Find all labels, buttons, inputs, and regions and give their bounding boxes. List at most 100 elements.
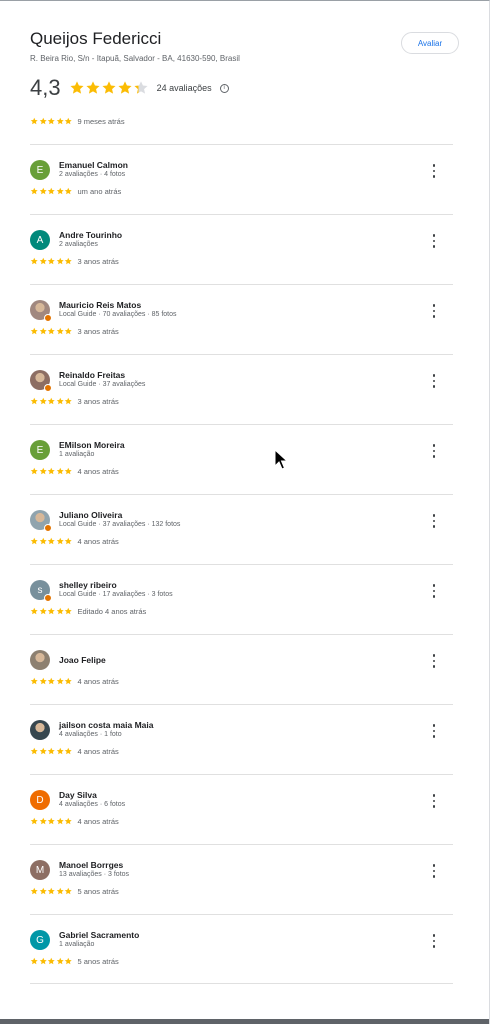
avatar[interactable]: D xyxy=(30,790,50,810)
avatar[interactable] xyxy=(30,300,52,322)
bottom-scrollbar xyxy=(0,1019,489,1024)
review-stars xyxy=(30,607,73,616)
avatar-initial: E xyxy=(36,444,44,456)
avatar[interactable] xyxy=(30,720,50,740)
star-icon xyxy=(39,537,47,545)
more-options-icon[interactable] xyxy=(431,304,437,318)
reviewer-name[interactable]: Juliano Oliveira xyxy=(59,510,122,520)
avatar[interactable]: M xyxy=(30,860,50,880)
more-options-icon[interactable] xyxy=(431,654,437,668)
reviewer-meta: Local Guide · 70 avaliações · 85 fotos xyxy=(59,311,177,318)
dot xyxy=(432,525,436,528)
star-icon xyxy=(64,117,72,125)
star-icon xyxy=(47,257,55,265)
more-options-icon[interactable] xyxy=(431,584,437,598)
dot xyxy=(432,665,436,668)
local-guide-badge-icon xyxy=(44,384,52,392)
avatar[interactable] xyxy=(30,510,52,532)
reviewer-name[interactable]: jailson costa maia Maia xyxy=(59,720,153,730)
reviews-panel: Queijos Federicci R. Beira Rio, S/n - It… xyxy=(0,0,490,1024)
avatar-initial: M xyxy=(35,864,45,876)
dot xyxy=(432,589,436,593)
dot xyxy=(432,805,436,808)
dot xyxy=(432,869,436,873)
star-icon xyxy=(86,81,100,94)
reviewer-meta: 2 avaliações xyxy=(59,241,98,248)
review-rating: 4 anos atrás xyxy=(30,537,119,546)
star-icon xyxy=(39,957,47,965)
avatar[interactable]: G xyxy=(30,930,50,950)
more-options-icon[interactable] xyxy=(431,444,437,458)
place-header: Queijos Federicci R. Beira Rio, S/n - It… xyxy=(30,29,460,63)
dot xyxy=(432,729,436,733)
star-icon xyxy=(64,327,72,335)
star-icon xyxy=(47,187,55,195)
review-stars xyxy=(30,397,73,406)
reviewer-name[interactable]: Manoel Borrges xyxy=(59,860,123,870)
review-rating: 3 anos atrás xyxy=(30,257,119,266)
avatar[interactable]: E xyxy=(30,440,50,460)
avatar[interactable] xyxy=(30,370,52,392)
star-icon xyxy=(39,677,47,685)
more-options-icon[interactable] xyxy=(431,514,437,528)
star-icon xyxy=(30,467,38,475)
dot xyxy=(432,519,436,523)
star-icon xyxy=(47,117,55,125)
star-icon xyxy=(56,467,64,475)
star-icon xyxy=(39,257,47,265)
star-icon xyxy=(47,817,55,825)
review-rating: 5 anos atrás xyxy=(30,887,119,896)
more-options-icon[interactable] xyxy=(431,374,437,388)
star-icon xyxy=(30,537,38,545)
more-options-icon[interactable] xyxy=(431,164,437,178)
reviewer-name[interactable]: Reinaldo Freitas xyxy=(59,370,125,380)
info-icon[interactable]: i xyxy=(219,83,229,93)
review-stars xyxy=(30,467,73,476)
reviewer-name[interactable]: shelley ribeiro xyxy=(59,580,117,590)
review-stars xyxy=(30,327,73,336)
reviewer-name[interactable]: Joao Felipe xyxy=(59,655,106,665)
avatar[interactable]: A xyxy=(30,230,50,250)
star-icon xyxy=(47,887,55,895)
star-icon xyxy=(64,677,72,685)
star-icon xyxy=(102,81,116,94)
more-options-icon[interactable] xyxy=(431,934,437,948)
dot xyxy=(432,449,436,453)
review-rating: Editado 4 anos atrás xyxy=(30,607,146,616)
star-icon xyxy=(30,817,38,825)
reviewer-name[interactable]: Andre Tourinho xyxy=(59,230,122,240)
reviewer-name[interactable]: EMilson Moreira xyxy=(59,440,125,450)
reviewer-name[interactable]: Emanuel Calmon xyxy=(59,160,128,170)
review-rating: 4 anos atrás xyxy=(30,817,119,826)
write-review-button[interactable]: Avaliar xyxy=(401,32,459,54)
more-options-icon[interactable] xyxy=(431,234,437,248)
review-count[interactable]: 24 avaliações xyxy=(157,83,212,93)
avatar[interactable]: E xyxy=(30,160,50,180)
star-icon xyxy=(56,817,64,825)
avatar[interactable]: s xyxy=(30,580,52,602)
dot xyxy=(432,444,436,447)
dot xyxy=(432,245,436,248)
avatar[interactable] xyxy=(30,650,50,670)
reviewer-meta: 4 avaliações · 6 fotos xyxy=(59,801,126,808)
dot xyxy=(432,385,436,388)
dot xyxy=(432,595,436,598)
reviewer-name[interactable]: Mauricio Reis Matos xyxy=(59,300,141,310)
review-rating: 3 anos atrás xyxy=(30,327,119,336)
review-stars xyxy=(30,677,73,686)
reviewer-meta: Local Guide · 17 avaliações · 3 fotos xyxy=(59,591,173,598)
more-options-icon[interactable] xyxy=(431,864,437,878)
more-options-icon[interactable] xyxy=(431,724,437,738)
review-date: 4 anos atrás xyxy=(77,677,119,686)
dot xyxy=(432,315,436,318)
more-options-icon[interactable] xyxy=(431,794,437,808)
star-icon xyxy=(56,257,64,265)
avatar-initial: s xyxy=(37,584,43,596)
reviewer-name[interactable]: Day Silva xyxy=(59,790,97,800)
star-icon xyxy=(47,537,55,545)
review-item: s shelley ribeiro Local Guide · 17 avaliaç… xyxy=(30,564,453,634)
local-guide-badge-icon xyxy=(44,314,52,322)
dot xyxy=(432,379,436,383)
reviewer-name[interactable]: Gabriel Sacramento xyxy=(59,930,139,940)
mouse-cursor-icon xyxy=(274,449,288,470)
